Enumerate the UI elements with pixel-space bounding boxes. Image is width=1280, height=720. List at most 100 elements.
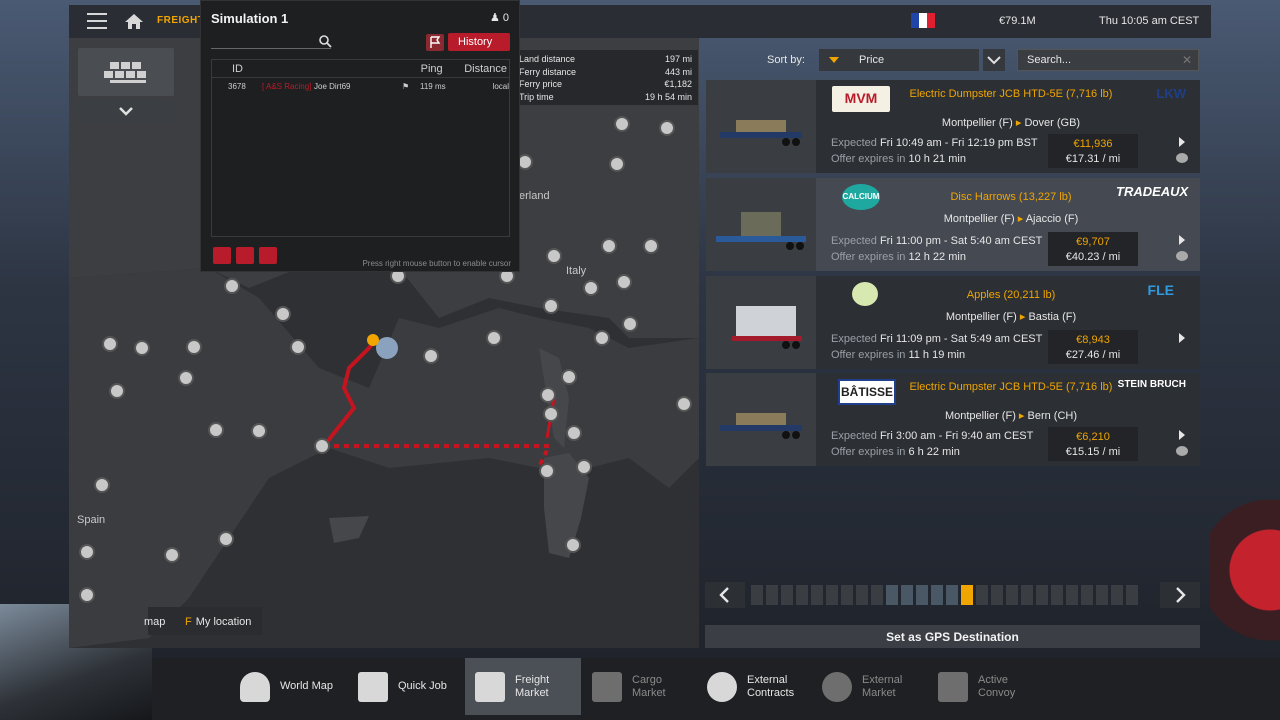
apple-logo-icon [852, 282, 878, 306]
expected-time: Fri 11:00 pm - Sat 5:40 am CEST [879, 235, 1043, 247]
set-gps-destination-button[interactable]: Set as GPS Destination [705, 625, 1200, 648]
player-id: 3678 [228, 82, 246, 91]
offer-card[interactable]: MVM Electric Dumpster JCB HTD-5E (7,716 … [706, 80, 1200, 173]
expires-time: 11 h 19 min [908, 349, 966, 361]
map-filter-button[interactable] [78, 48, 174, 96]
expires-time: 10 h 21 min [908, 153, 966, 165]
page-dot[interactable] [946, 585, 958, 605]
page-dot[interactable] [826, 585, 838, 605]
players-table-header: ID Ping Distance [212, 60, 509, 78]
page-dot[interactable] [856, 585, 868, 605]
page-dot[interactable] [976, 585, 988, 605]
offer-route: Montpellier (F) ▸ Ajaccio (F) [943, 213, 1079, 225]
external-contracts-icon [707, 671, 737, 702]
table-row[interactable]: 3678 [ A&S Racing] Joe Dirt69 ⚑ 119 ms l… [212, 78, 509, 94]
player-tag: [ A&S Racing] [262, 82, 312, 91]
money-balance: €79.1M [999, 15, 1036, 27]
page-dot[interactable] [916, 585, 928, 605]
page-dot[interactable] [781, 585, 793, 605]
expires-label: Offer expires in [831, 349, 906, 361]
page-dot[interactable] [991, 585, 1003, 605]
flag-filter-button[interactable] [426, 34, 444, 51]
tab-active-convoy[interactable]: Active Convoy [938, 658, 1028, 715]
sort-dropdown-button[interactable] [983, 49, 1005, 71]
insurance-icon [1176, 251, 1188, 261]
search-icon[interactable] [319, 35, 332, 48]
sort-label: Sort by: [767, 54, 805, 66]
home-icon[interactable] [124, 13, 144, 30]
tab-freight-market[interactable]: Freight Market [465, 658, 581, 715]
player-name: Joe Dirt69 [314, 82, 351, 91]
cargo-stack-icon [104, 62, 146, 83]
offer-search-input[interactable]: Search... ✕ [1017, 49, 1199, 71]
price-rate: €27.46 / mi [1065, 349, 1121, 361]
source-company-logo: BÂTISSE [838, 379, 896, 405]
expires-time: 6 h 22 min [908, 446, 960, 458]
tab-external-contracts[interactable]: External Contracts [707, 658, 807, 715]
expand-arrow-icon[interactable] [1179, 137, 1185, 147]
offer-route: Montpellier (F) ▸ Bern (CH) [944, 410, 1078, 422]
page-dot[interactable] [1096, 585, 1108, 605]
france-flag-icon [911, 13, 935, 28]
bottom-navigation: World Map Quick Job Freight Market Cargo… [152, 658, 1280, 720]
next-page-button[interactable] [1160, 582, 1200, 608]
expires-label: Offer expires in [831, 446, 906, 458]
page-dot[interactable] [961, 585, 973, 605]
player-ping: 119 ms [420, 82, 446, 91]
expand-arrow-icon[interactable] [1179, 430, 1185, 440]
destination-company-logo: FLE [1116, 282, 1186, 308]
page-dot[interactable] [871, 585, 883, 605]
cursor-hint: Press right mouse button to enable curso… [362, 259, 511, 268]
page-dot[interactable] [901, 585, 913, 605]
offer-card[interactable]: Apples (20,211 lb) Montpellier (F) ▸ Bas… [706, 276, 1200, 369]
page-dot[interactable] [1111, 585, 1123, 605]
page-dot[interactable] [796, 585, 808, 605]
tab-cargo-market[interactable]: Cargo Market [592, 658, 682, 715]
cargo-market-icon [592, 671, 622, 702]
page-dot[interactable] [1021, 585, 1033, 605]
page-dot[interactable] [931, 585, 943, 605]
map-filter-expand-button[interactable] [78, 99, 174, 123]
expand-arrow-icon[interactable] [1179, 333, 1185, 343]
sort-value: Price [859, 54, 885, 66]
page-dot[interactable] [751, 585, 763, 605]
page-dot[interactable] [766, 585, 778, 605]
settings-icon[interactable] [213, 247, 231, 264]
tab-quick-job[interactable]: Quick Job [358, 658, 447, 715]
active-convoy-icon [938, 671, 968, 702]
tab-external-market[interactable]: External Market [822, 658, 912, 715]
tab-world-map[interactable]: World Map [240, 658, 333, 715]
player-count: ♟ 0 [489, 12, 509, 24]
page-dot[interactable] [1036, 585, 1048, 605]
page-dot[interactable] [1006, 585, 1018, 605]
chevron-down-icon [119, 107, 133, 116]
sort-select[interactable]: Price [819, 49, 979, 71]
history-button[interactable]: History [448, 33, 510, 51]
menu-icon[interactable] [87, 13, 107, 29]
offer-card[interactable]: BÂTISSE Electric Dumpster JCB HTD-5E (7,… [706, 373, 1200, 466]
text-icon[interactable] [259, 247, 277, 264]
price-value: €9,707 [1076, 236, 1110, 248]
clear-icon[interactable]: ✕ [1182, 53, 1192, 67]
trailer-thumbnail [706, 373, 816, 466]
page-dot[interactable] [1126, 585, 1138, 605]
ferry-distance-value: 443 mi [664, 66, 692, 77]
flag-icon [430, 36, 441, 48]
source-company-logo: CALCIUM [842, 184, 880, 210]
truck-wheel-background [1210, 460, 1280, 670]
page-dot[interactable] [1081, 585, 1093, 605]
page-dot[interactable] [886, 585, 898, 605]
my-location-button[interactable]: map F My location [144, 607, 262, 635]
offer-card[interactable]: CALCIUM Disc Harrows (13,227 lb) Montpel… [706, 178, 1200, 271]
external-market-icon [822, 671, 852, 702]
page-dot[interactable] [1066, 585, 1078, 605]
previous-page-button[interactable] [705, 582, 745, 608]
offer-price: €8,943 €27.46 / mi [1048, 330, 1138, 364]
search-user-icon[interactable] [236, 247, 254, 264]
expand-arrow-icon[interactable] [1179, 235, 1185, 245]
page-dot[interactable] [811, 585, 823, 605]
page-dot[interactable] [841, 585, 853, 605]
player-search-input[interactable] [211, 35, 331, 49]
player-flag-icon: ⚑ [402, 82, 410, 91]
page-dot[interactable] [1051, 585, 1063, 605]
